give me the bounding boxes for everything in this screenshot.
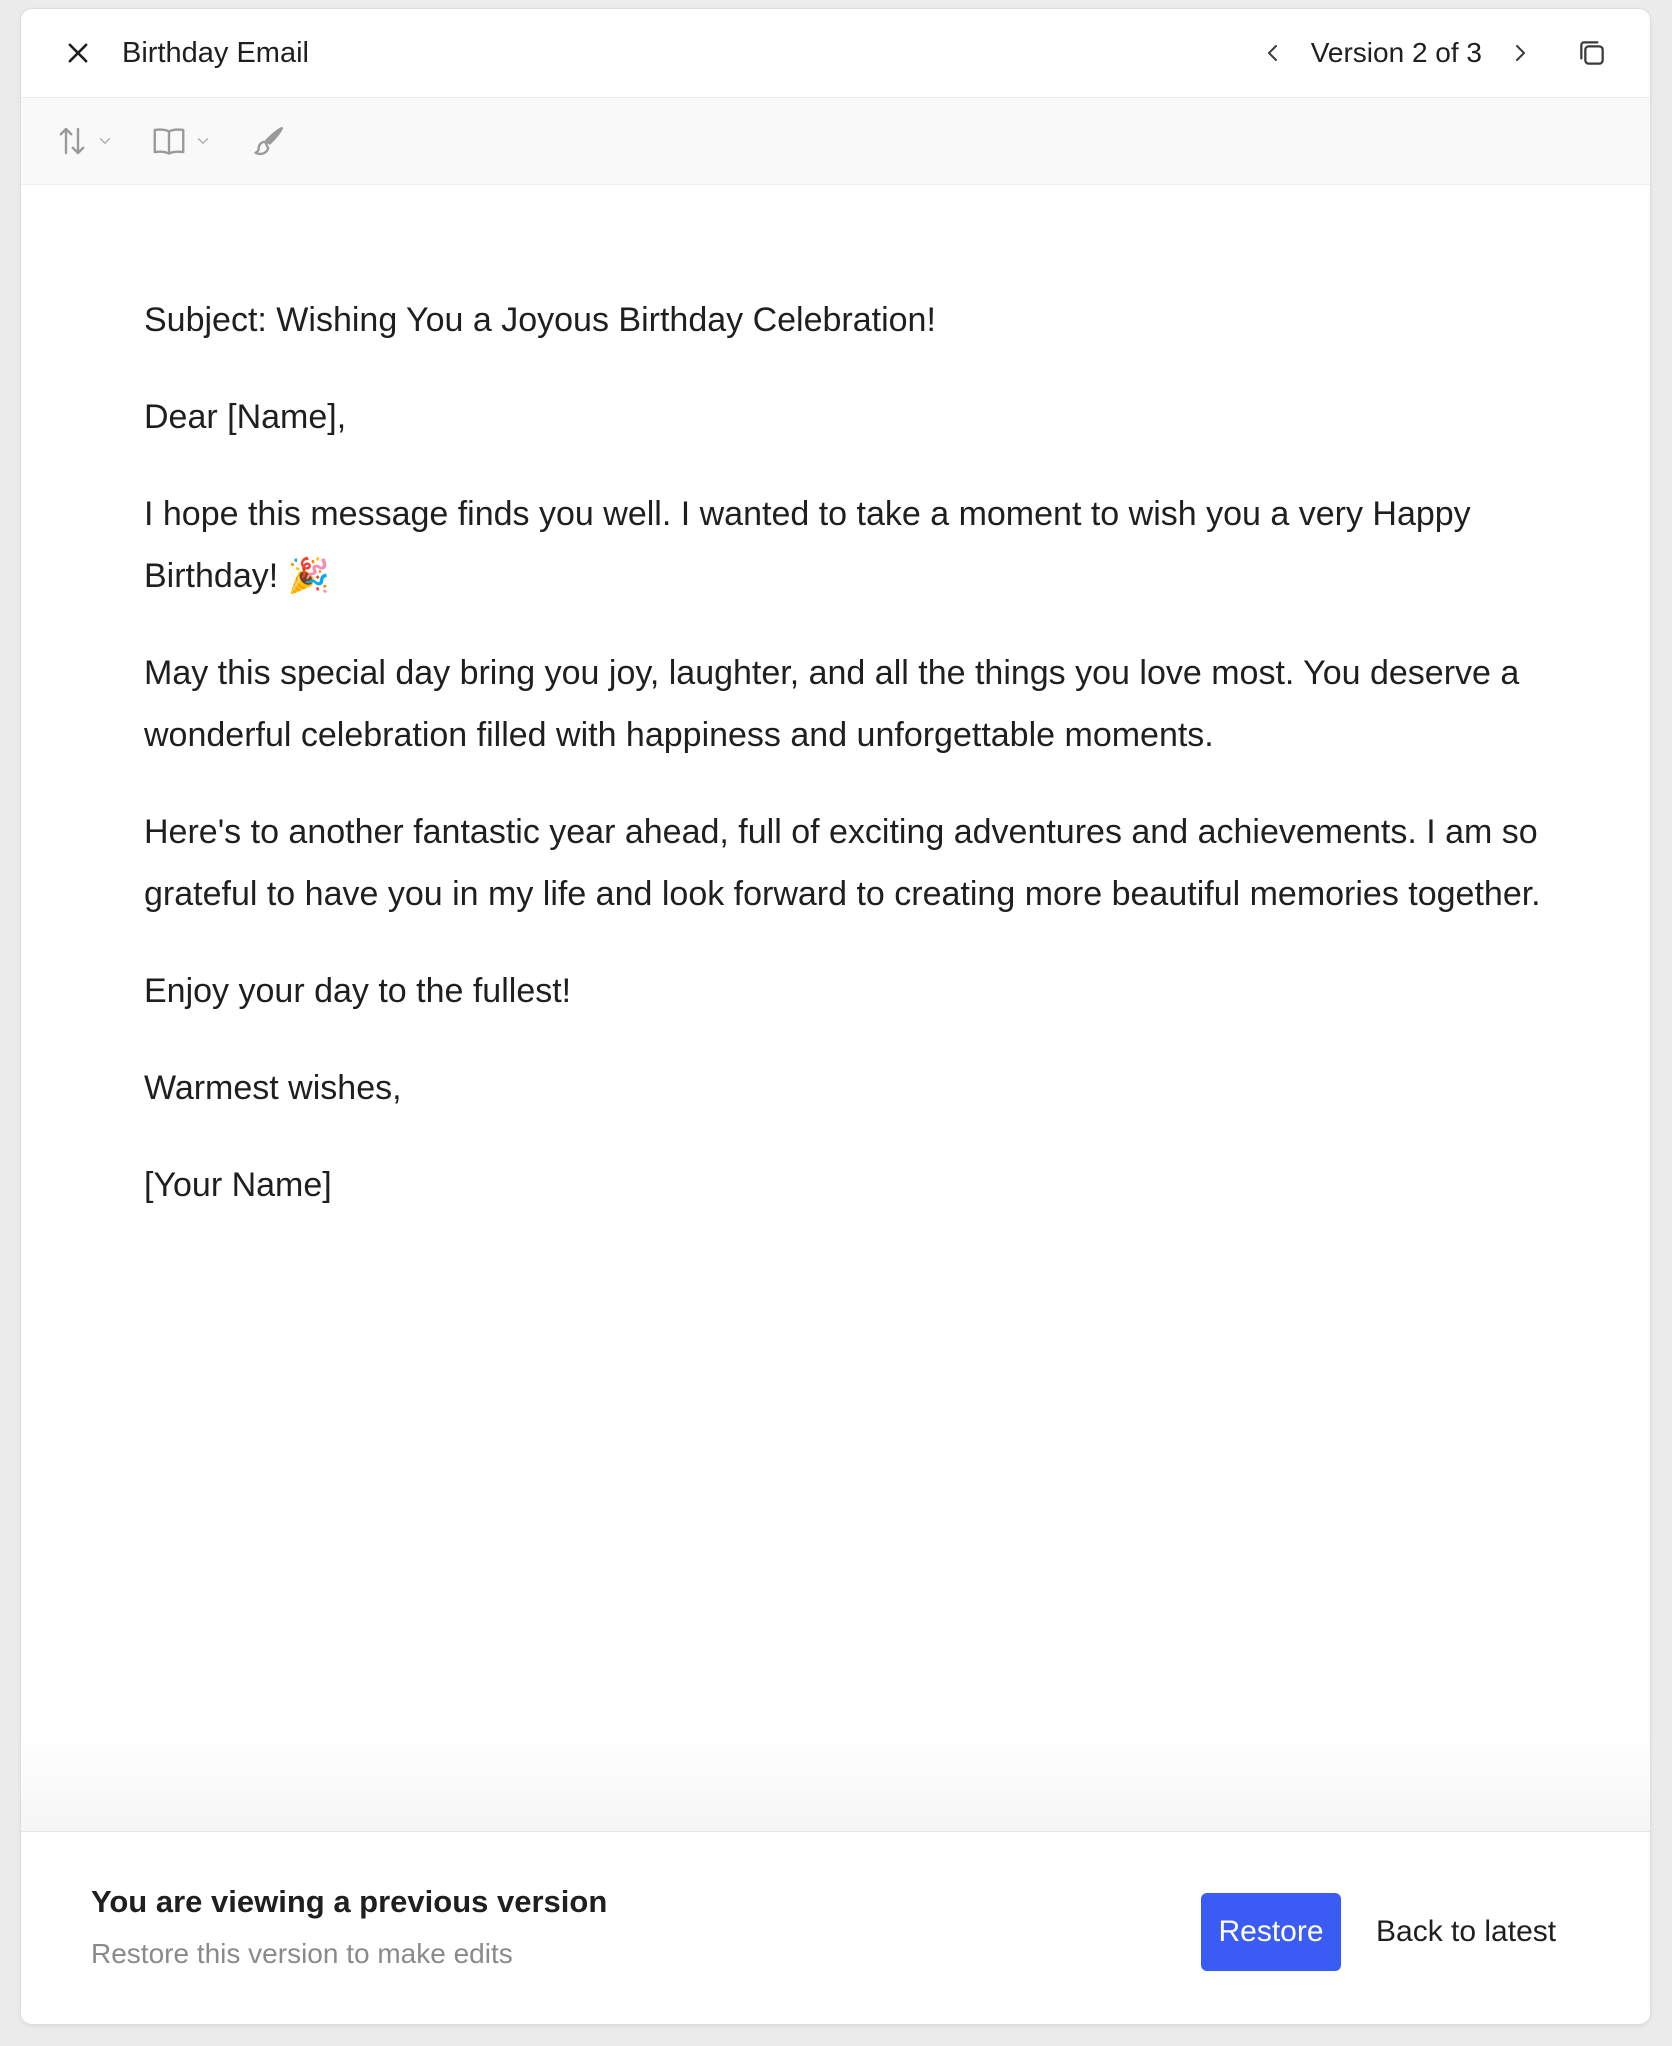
- previous-version-heading: You are viewing a previous version: [91, 1884, 608, 1919]
- chevron-down-icon: [197, 138, 209, 144]
- email-signature: [Your Name]: [144, 1166, 332, 1204]
- previous-version-button[interactable]: [1251, 31, 1295, 75]
- artifact-panel: Birthday Email Version 2 of 3 Subject: W…: [20, 8, 1651, 2025]
- back-to-latest-button[interactable]: Back to latest: [1376, 1893, 1556, 1971]
- panel-header: Birthday Email Version 2 of 3: [21, 9, 1650, 98]
- document-title: Birthday Email: [122, 36, 309, 69]
- email-document: Subject: Wishing You a Joyous Birthday C…: [144, 289, 1544, 1251]
- email-paragraph: Here's to another fantastic year ahead, …: [144, 813, 1541, 913]
- email-paragraph: I hope this message finds you well. I wa…: [144, 495, 1471, 595]
- previous-version-subtext: Restore this version to make edits: [91, 1938, 513, 1969]
- brush-icon: [254, 127, 283, 156]
- close-button[interactable]: [56, 31, 100, 75]
- chevron-right-icon: [1516, 45, 1525, 61]
- change-length-button[interactable]: [54, 123, 114, 159]
- arrows-up-down-icon: [59, 127, 85, 155]
- chevron-left-icon: [1267, 45, 1277, 61]
- restore-button[interactable]: Restore: [1201, 1893, 1341, 1971]
- email-signoff: Warmest wishes,: [144, 1069, 402, 1107]
- editor-toolbar: [21, 98, 1650, 185]
- close-icon: [68, 43, 88, 63]
- email-closing-line: Enjoy your day to the fullest!: [144, 972, 572, 1010]
- next-version-button[interactable]: [1498, 31, 1542, 75]
- version-label: Version 2 of 3: [1310, 37, 1482, 68]
- polish-button[interactable]: [250, 122, 288, 160]
- version-footer: You are viewing a previous version Resto…: [21, 1831, 1650, 2024]
- book-icon: [153, 128, 185, 155]
- copy-button[interactable]: [1568, 29, 1616, 77]
- reading-level-button[interactable]: [150, 122, 212, 160]
- email-subject: Subject: Wishing You a Joyous Birthday C…: [144, 301, 936, 339]
- content-fade: [21, 1729, 1650, 1831]
- chevron-down-icon: [99, 138, 111, 144]
- email-paragraph: May this special day bring you joy, laug…: [144, 654, 1520, 754]
- email-greeting: Dear [Name],: [144, 398, 347, 436]
- copy-icon: [1580, 41, 1604, 65]
